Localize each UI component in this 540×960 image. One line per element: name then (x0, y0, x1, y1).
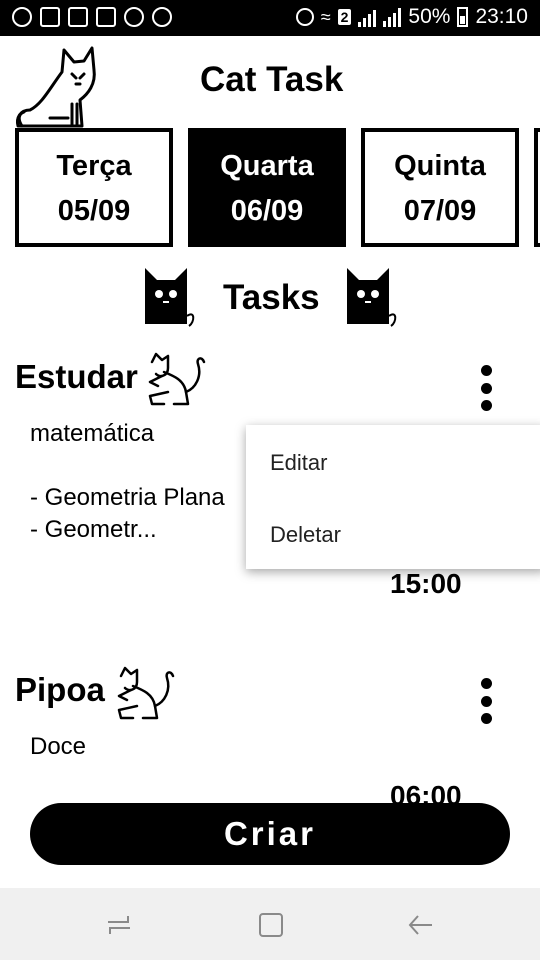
cat-playing-icon (148, 352, 206, 406)
signal-icon (383, 7, 402, 27)
day-card-quarta[interactable]: Quarta 06/09 (188, 128, 346, 247)
clock: 23:10 (475, 5, 528, 28)
sim-badge: 2 (337, 9, 352, 25)
task-options-button[interactable] (476, 678, 496, 724)
cat-sitting-icon (16, 46, 96, 128)
menu-item-delete[interactable]: Deletar (270, 522, 341, 548)
day-card-next[interactable] (534, 128, 540, 247)
day-name: Quinta (394, 150, 486, 182)
task-description: Doce (30, 733, 87, 760)
alarm-icon (295, 8, 314, 26)
chat-icon (12, 7, 32, 27)
image-icon (96, 7, 116, 27)
recent-apps-icon[interactable] (104, 910, 134, 940)
task-options-button[interactable] (476, 365, 496, 411)
black-cat-icon (145, 268, 195, 327)
menu-item-edit[interactable]: Editar (270, 450, 327, 476)
signal-icon (358, 7, 377, 27)
voicemail-icon (40, 7, 60, 27)
black-cat-icon (347, 268, 397, 327)
status-indicators: ≈ 2 50% 23:10 (295, 5, 528, 29)
day-name: Terça (56, 150, 132, 182)
battery-icon (457, 7, 469, 27)
back-icon[interactable] (406, 910, 436, 940)
battery-percent: 50% (408, 5, 451, 28)
cat-playing-icon (117, 666, 175, 720)
status-bar: ≈ 2 50% 23:10 (0, 0, 540, 36)
voicemail-icon (68, 7, 88, 27)
day-card-terca[interactable]: Terça 05/09 (15, 128, 173, 247)
day-name: Quarta (220, 150, 314, 182)
task-options-menu: Editar Deletar (246, 425, 540, 569)
wifi-icon: ≈ (320, 6, 331, 27)
task-time: 15:00 (390, 568, 462, 599)
navigation-bar (0, 888, 540, 960)
tasks-heading: Tasks (223, 278, 320, 317)
day-date: 06/09 (230, 195, 304, 227)
day-date: 05/09 (57, 195, 131, 227)
task-title: Estudar (15, 358, 138, 395)
app-title: Cat Task (200, 60, 344, 99)
task-description: matemática - Geometria Plana - Geometr..… (30, 420, 225, 543)
day-date: 07/09 (403, 195, 477, 227)
notification-icons (12, 7, 172, 27)
spotify-icon (124, 7, 144, 27)
day-card-quinta[interactable]: Quinta 07/09 (361, 128, 519, 247)
create-button[interactable]: Criar (30, 803, 510, 865)
home-icon[interactable] (256, 910, 286, 940)
sync-icon (152, 7, 172, 27)
task-title: Pipoa (15, 671, 105, 708)
